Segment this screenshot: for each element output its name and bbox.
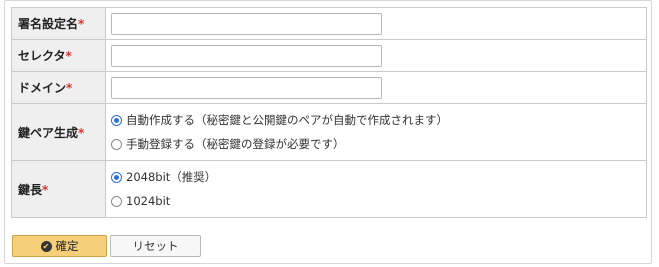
required-mark: * [66,81,73,95]
key-pair-auto-option[interactable]: 自動作成する（秘密鍵と公開鍵のペアが自動で作成されます） [111,108,646,132]
signature-name-label-cell: 署名設定名* [11,7,106,40]
signature-name-label: 署名設定名 [18,17,79,31]
domain-label: ドメイン [18,81,67,95]
key-pair-auto-label: 自動作成する（秘密鍵と公開鍵のペアが自動で作成されます） [126,113,448,127]
selector-input[interactable] [111,44,382,67]
key-length-2048-label: 2048bit（推奨） [126,170,217,184]
reset-button[interactable]: リセット [110,235,201,257]
domain-label-cell: ドメイン* [11,71,106,104]
required-mark: * [78,125,85,140]
key-length-label-cell: 鍵長* [11,160,106,218]
domain-input[interactable] [111,76,382,99]
key-length-label: 鍵長 [18,182,43,197]
key-length-1024-option[interactable]: 1024bit [111,189,646,213]
key-pair-label: 鍵ペア生成 [18,125,79,140]
signature-name-input[interactable] [111,12,382,35]
row-selector: セレクタ* [11,39,647,72]
row-key-pair: 鍵ペア生成* 自動作成する（秘密鍵と公開鍵のペアが自動で作成されます） 手動登録… [11,103,647,161]
row-signature-name: 署名設定名* [11,7,647,40]
key-length-1024-label: 1024bit [126,194,171,208]
selector-label-cell: セレクタ* [11,39,106,72]
radio-unselected-icon[interactable] [111,195,122,207]
settings-table: 署名設定名* セレクタ* ドメイン* 鍵ペア生成* 自動作成する（秘密鍵と公開鍵… [11,7,647,218]
required-mark: * [42,182,49,197]
confirm-button-label: 確定 [55,239,79,253]
required-mark: * [78,17,85,31]
key-pair-manual-label: 手動登録する（秘密鍵の登録が必要です） [126,137,345,151]
form-panel: 署名設定名* セレクタ* ドメイン* 鍵ペア生成* 自動作成する（秘密鍵と公開鍵… [4,0,652,264]
check-icon: ✔ [40,240,52,252]
row-key-length: 鍵長* 2048bit（推奨） 1024bit [11,160,647,218]
radio-selected-icon[interactable] [111,114,122,126]
key-pair-label-cell: 鍵ペア生成* [11,103,106,161]
required-mark: * [65,49,72,63]
radio-unselected-icon[interactable] [111,138,122,150]
selector-label: セレクタ [18,49,66,63]
row-domain: ドメイン* [11,71,647,104]
radio-selected-icon[interactable] [111,171,122,183]
reset-button-label: リセット [132,239,179,253]
key-length-2048-option[interactable]: 2048bit（推奨） [111,165,646,189]
confirm-button[interactable]: ✔ 確定 [12,235,107,257]
key-pair-manual-option[interactable]: 手動登録する（秘密鍵の登録が必要です） [111,132,646,156]
